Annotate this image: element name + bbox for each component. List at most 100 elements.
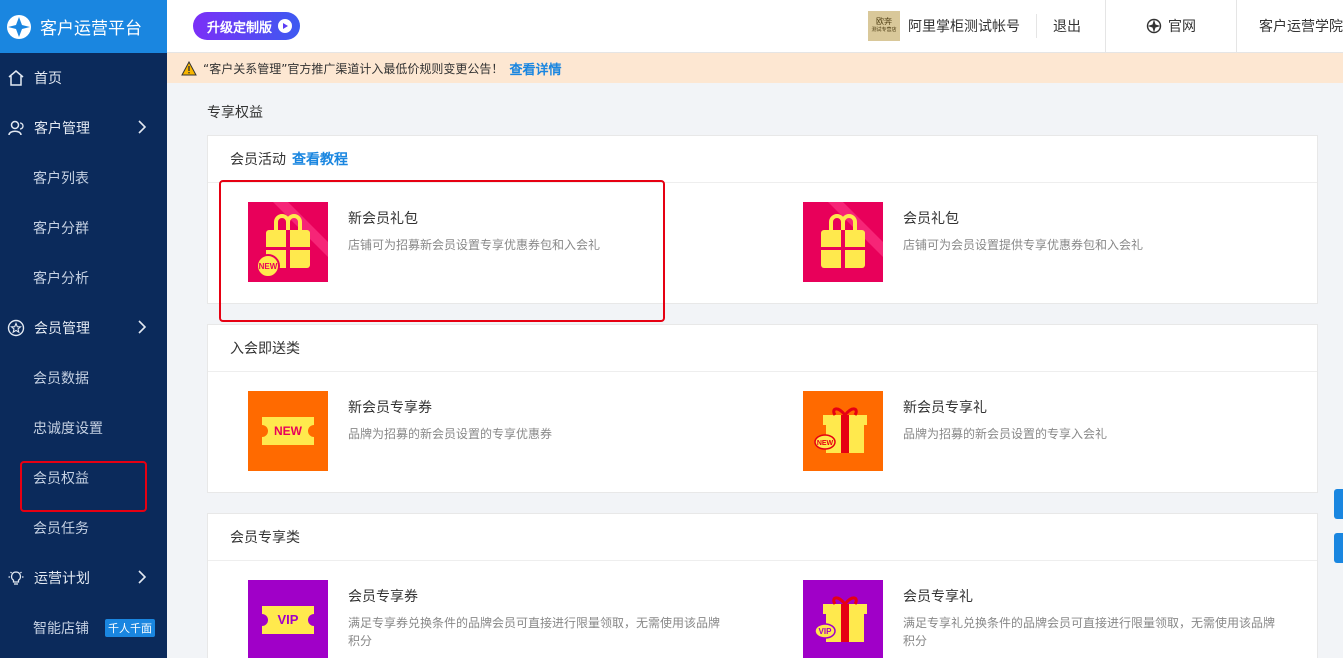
section-title: 入会即送类	[230, 341, 300, 357]
chevron-right-icon	[138, 320, 147, 334]
nav-member-data[interactable]: 会员数据	[0, 353, 167, 403]
nav-label: 客户分析	[33, 271, 89, 287]
nav-label: 客户分群	[33, 221, 89, 237]
nav-member-tasks[interactable]: 会员任务	[0, 503, 167, 553]
section-header: 会员专享类	[208, 514, 1317, 561]
card-description: 满足专享礼兑换条件的品牌会员可直接进行限量领取，无需使用该品牌积分	[903, 616, 1276, 648]
section-title: 会员活动	[230, 152, 286, 168]
card-member-coupon[interactable]: VIP 会员专享券 满足专享券兑换条件的品牌会员可直接进行限量领取，无需使用该品…	[248, 580, 728, 658]
nav-customer-list[interactable]: 客户列表	[0, 153, 167, 203]
new-member-gift-pack-icon: NEW	[248, 202, 328, 282]
notice-text: “客户关系管理”官方推广渠道计入最低价规则变更公告！	[203, 61, 504, 76]
logout-link[interactable]: 退出	[1037, 0, 1105, 52]
official-site-link[interactable]: 官网	[1105, 0, 1236, 52]
nav-label: 运营计划	[34, 571, 90, 587]
top-bar: 升级定制版 欧奔 测试专营店 阿里掌柜测试帐号 退出 官网 客户运营学院	[167, 0, 1343, 53]
card-description: 品牌为招募的新会员设置的专享优惠券	[348, 427, 553, 441]
nav-smart-store[interactable]: 智能店铺 千人千面	[0, 603, 167, 653]
sidebar: 客户运营平台 首页 客户管理 客户列表 客户分群 客户分析 会员管理 会员数据 …	[0, 0, 167, 658]
section-header: 会员活动 查看教程	[208, 136, 1317, 183]
card-title: 新会员礼包	[348, 211, 418, 227]
academy-label: 客户运营学院	[1259, 19, 1343, 35]
nav-operation-plan[interactable]: 运营计划	[0, 553, 167, 603]
smart-store-badge: 千人千面	[105, 619, 155, 637]
warning-icon	[181, 60, 197, 75]
upgrade-button[interactable]: 升级定制版	[193, 12, 301, 40]
upgrade-label: 升级定制版	[207, 20, 273, 36]
floating-side-tab[interactable]	[1334, 489, 1343, 519]
brand-name: 客户运营平台	[40, 19, 142, 39]
floating-side-tab[interactable]	[1334, 533, 1343, 563]
gift-badge-text: NEW	[817, 440, 834, 447]
star-circle-icon	[6, 318, 26, 338]
nav-customer-analysis[interactable]: 客户分析	[0, 253, 167, 303]
nav-home[interactable]: 首页	[0, 53, 167, 103]
card-new-member-gift-pack[interactable]: NEW 新会员礼包 店铺可为招募新会员设置专享优惠券包和入会礼	[248, 202, 728, 282]
nav-label: 首页	[34, 71, 62, 87]
nav-label: 会员数据	[33, 371, 89, 387]
notice-bar: “客户关系管理”官方推广渠道计入最低价规则变更公告！ 查看详情	[167, 53, 1343, 83]
card-new-member-gift[interactable]: NEW 新会员专享礼 品牌为招募的新会员设置的专享入会礼	[803, 391, 1283, 471]
play-icon	[278, 19, 293, 33]
nav-member-benefits[interactable]: 会员权益	[0, 453, 167, 503]
new-coupon-icon: NEW	[248, 391, 328, 471]
user-group-icon	[6, 118, 26, 138]
nav-customer-segment[interactable]: 客户分群	[0, 203, 167, 253]
nav-loyalty-settings[interactable]: 忠诚度设置	[0, 403, 167, 453]
card-description: 店铺可为招募新会员设置专享优惠券包和入会礼	[348, 238, 601, 252]
nav-label: 客户管理	[34, 121, 90, 137]
nav-member-management[interactable]: 会员管理	[0, 303, 167, 353]
new-gift-icon: NEW	[803, 391, 883, 471]
card-member-gift-pack[interactable]: 会员礼包 店铺可为会员设置提供专享优惠券包和入会礼	[803, 202, 1283, 282]
chevron-right-icon	[138, 120, 147, 134]
svg-text:NEW: NEW	[259, 262, 278, 271]
account-name: 阿里掌柜测试帐号	[908, 19, 1020, 35]
lightbulb-icon	[6, 568, 26, 588]
nav-customer-management[interactable]: 客户管理	[0, 103, 167, 153]
card-title: 会员专享券	[348, 589, 418, 605]
section-header: 入会即送类	[208, 325, 1317, 372]
page-title: 专享权益	[207, 105, 263, 121]
nav-label: 忠诚度设置	[33, 421, 103, 437]
chevron-right-icon	[138, 570, 147, 584]
coupon-text: NEW	[274, 424, 303, 438]
top-bar-right: 欧奔 测试专营店 阿里掌柜测试帐号 退出 官网 客户运营学院	[868, 0, 1343, 52]
coupon-text: VIP	[278, 612, 299, 627]
nav-label: 会员管理	[34, 321, 90, 337]
account-info[interactable]: 欧奔 测试专营店 阿里掌柜测试帐号	[868, 11, 1036, 41]
card-title: 会员专享礼	[903, 589, 973, 605]
main-content: 专享权益 会员活动 查看教程 NEW 新会员礼包 店铺可为招募新会员设置专享优惠…	[167, 83, 1343, 658]
vip-coupon-icon: VIP	[248, 580, 328, 658]
section-title: 会员专享类	[230, 530, 300, 546]
card-description: 店铺可为会员设置提供专享优惠券包和入会礼	[903, 238, 1144, 252]
section-member-activities: 会员活动 查看教程 NEW 新会员礼包 店铺可为招募新会员设置专享优惠券包和入会…	[207, 135, 1318, 304]
card-new-member-coupon[interactable]: NEW 新会员专享券 品牌为招募的新会员设置的专享优惠券	[248, 391, 728, 471]
gift-badge-text: VIP	[819, 627, 833, 636]
academy-link[interactable]: 客户运营学院	[1236, 0, 1343, 52]
nav-label: 客户列表	[33, 171, 89, 187]
card-title: 新会员专享券	[348, 400, 432, 416]
notice-detail-link[interactable]: 查看详情	[509, 59, 561, 78]
brand-logo[interactable]: 客户运营平台	[0, 0, 167, 53]
brand-logo-icon	[7, 14, 31, 39]
section-member-exclusive: 会员专享类 VIP 会员专享券 满足专享券兑换条件的品牌会员可直接进行限量领取，…	[207, 513, 1318, 658]
shop-logo-subtext: 测试专营店	[871, 27, 897, 33]
card-title: 新会员专享礼	[903, 400, 987, 416]
home-icon	[6, 68, 26, 88]
nav-label: 会员权益	[33, 471, 89, 487]
vip-gift-icon: VIP	[803, 580, 883, 658]
member-gift-pack-icon	[803, 202, 883, 282]
official-site-label: 官网	[1168, 19, 1196, 35]
view-tutorial-link[interactable]: 查看教程	[292, 149, 348, 169]
shop-logo: 欧奔 测试专营店	[868, 11, 900, 41]
nav-label: 智能店铺	[33, 621, 89, 637]
card-description: 满足专享券兑换条件的品牌会员可直接进行限量领取，无需使用该品牌积分	[348, 616, 721, 648]
section-join-gift: 入会即送类 NEW 新会员专享券 品牌为招募的新会员设置的专享优惠券 NEW 新…	[207, 324, 1318, 493]
shop-logo-text: 欧奔	[876, 17, 892, 26]
card-member-gift[interactable]: VIP 会员专享礼 满足专享礼兑换条件的品牌会员可直接进行限量领取，无需使用该品…	[803, 580, 1283, 658]
card-description: 品牌为招募的新会员设置的专享入会礼	[903, 427, 1108, 441]
logout-label: 退出	[1053, 19, 1081, 35]
official-site-icon	[1146, 18, 1162, 34]
nav-label: 会员任务	[33, 521, 89, 537]
card-title: 会员礼包	[903, 211, 959, 227]
